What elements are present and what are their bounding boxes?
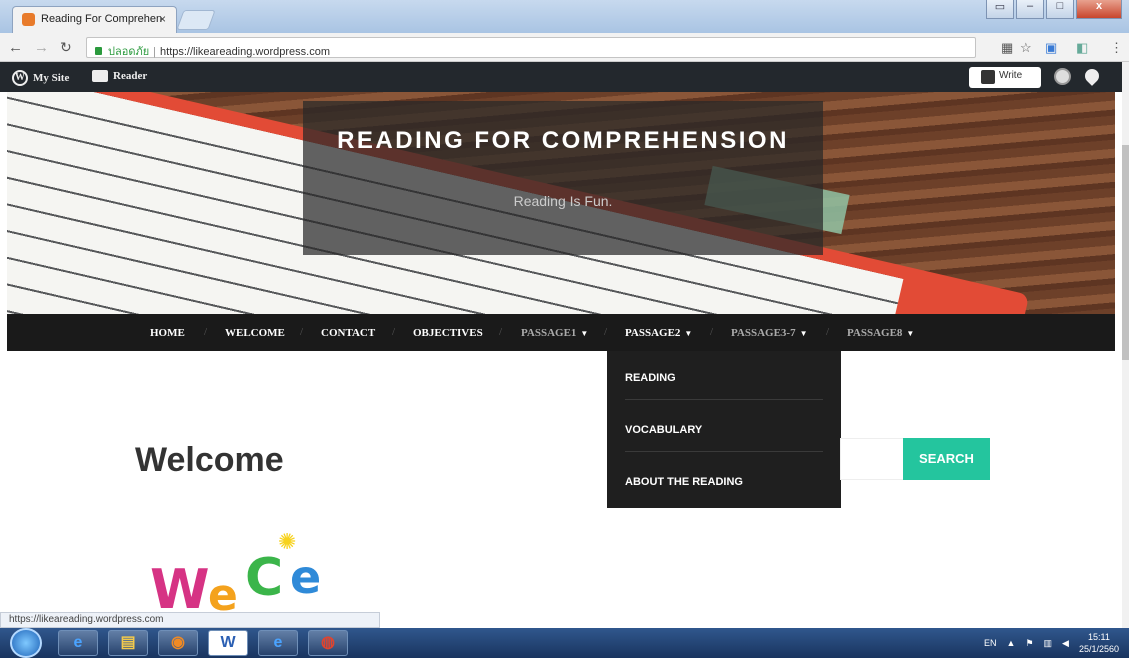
close-window-icon[interactable]: x xyxy=(1076,0,1122,19)
menu-item-passage8[interactable]: PASSAGE8 ▼ xyxy=(847,327,914,339)
forward-arrow-icon[interactable]: → xyxy=(34,39,49,56)
volume-icon[interactable]: ◀ xyxy=(1062,638,1069,649)
write-label: Write xyxy=(999,70,1023,81)
reader-label: Reader xyxy=(113,70,148,82)
chevron-down-icon: ▼ xyxy=(580,329,589,338)
reload-icon[interactable]: ↻ xyxy=(60,39,72,56)
scrollbar-thumb[interactable] xyxy=(1122,145,1129,360)
start-button[interactable] xyxy=(10,628,42,658)
tray-expand-icon[interactable]: ▲ xyxy=(1007,638,1016,648)
word-icon[interactable]: W xyxy=(208,630,248,656)
menu-item-passage2[interactable]: PASSAGE2 ▼ xyxy=(625,327,692,339)
extension-2-icon[interactable]: ◧ xyxy=(1076,40,1088,56)
bookmark-star-icon[interactable]: ☆ xyxy=(1020,40,1032,56)
menu-item-passage3-7[interactable]: PASSAGE3-7 ▼ xyxy=(731,327,808,339)
site-tagline: Reading Is Fun. xyxy=(513,193,613,209)
browser-titlebar: Reading For Comprehen × ▭ – □ x xyxy=(0,0,1129,33)
secure-label: ปลอดภัย xyxy=(108,46,150,58)
site-title[interactable]: READING FOR COMPREHENSION xyxy=(303,127,823,155)
my-site-label: My Site xyxy=(33,72,70,84)
write-button[interactable]: Write xyxy=(969,67,1041,88)
search-button[interactable]: SEARCH xyxy=(903,438,990,480)
pencil-icon xyxy=(981,70,995,84)
site-branding: READING FOR COMPREHENSION Reading Is Fun… xyxy=(303,101,823,255)
browser-menu-icon[interactable]: ⋮ xyxy=(1110,40,1123,56)
dropdown-item-reading[interactable]: READING xyxy=(625,372,823,400)
menu-item-home[interactable]: HOME xyxy=(150,327,185,339)
file-explorer-icon[interactable]: ▤ xyxy=(108,630,148,656)
menu-item-passage1[interactable]: PASSAGE1 ▼ xyxy=(521,327,588,339)
network-icon[interactable]: ▥ xyxy=(1044,638,1053,649)
extension-icon[interactable]: ▣ xyxy=(1045,40,1057,56)
window-controls: ▭ – □ x xyxy=(986,0,1122,20)
flag-icon[interactable]: ⚑ xyxy=(1025,638,1033,649)
lock-icon xyxy=(95,47,102,55)
system-tray: EN ▲ ⚑ ▥ ◀ 15:11 25/1/2560 xyxy=(984,631,1119,655)
notifications-icon[interactable] xyxy=(1082,66,1102,86)
maximize-window-icon[interactable]: □ xyxy=(1046,0,1074,19)
my-site-link[interactable]: W My Site xyxy=(12,70,69,86)
taskbar: e ▤ ◉ W e ◍ EN ▲ ⚑ ▥ ◀ 15:11 25/1/2560 xyxy=(0,628,1129,658)
media-player-icon[interactable]: ◉ xyxy=(158,630,198,656)
internet-explorer-2-icon[interactable]: e xyxy=(258,630,298,656)
minimize-window-icon[interactable]: – xyxy=(1016,0,1044,19)
menu-item-contact[interactable]: CONTACT xyxy=(321,327,375,339)
avatar[interactable] xyxy=(1054,68,1071,85)
passage2-dropdown: READING VOCABULARY ABOUT THE READING xyxy=(607,351,841,508)
tab-close-icon[interactable]: × xyxy=(159,12,166,26)
status-url: https://likeareading.wordpress.com xyxy=(0,612,380,628)
tab-title: Reading For Comprehen xyxy=(41,13,163,25)
page-title: Welcome xyxy=(135,441,284,479)
chrome-icon[interactable]: ◍ xyxy=(308,630,348,656)
address-bar-row: ← → ↻ ปลอดภัย | https://likeareading.wordp… xyxy=(0,33,1129,62)
new-tab-button[interactable] xyxy=(176,10,216,30)
url-input[interactable]: ปลอดภัย | https://likeareading.wordpress.c… xyxy=(86,37,976,58)
reader-link[interactable]: Reader xyxy=(92,70,147,82)
chevron-down-icon: ▼ xyxy=(906,329,915,338)
translate-icon[interactable]: ▦ xyxy=(1001,40,1013,56)
url-text: https://likeareading.wordpress.com xyxy=(160,46,330,58)
browser-tab[interactable]: Reading For Comprehen × xyxy=(12,6,177,33)
primary-menu: HOME / WELCOME / CONTACT / OBJECTIVES / … xyxy=(7,314,1115,351)
chevron-down-icon: ▼ xyxy=(684,329,693,338)
language-indicator[interactable]: EN xyxy=(984,638,997,648)
clock[interactable]: 15:11 25/1/2560 xyxy=(1079,631,1119,655)
internet-explorer-icon[interactable]: e xyxy=(58,630,98,656)
wordpress-logo-icon: W xyxy=(12,70,28,86)
reader-icon xyxy=(92,70,108,82)
chevron-down-icon: ▼ xyxy=(799,329,808,338)
menu-item-welcome[interactable]: WELCOME xyxy=(225,327,285,339)
restore-window-icon[interactable]: ▭ xyxy=(986,0,1014,19)
dropdown-item-about-the-reading[interactable]: ABOUT THE READING xyxy=(625,476,823,503)
favicon-icon xyxy=(22,13,35,26)
welcome-image: W e C e ✺ xyxy=(150,530,322,621)
dropdown-item-vocabulary[interactable]: VOCABULARY xyxy=(625,424,823,452)
menu-item-objectives[interactable]: OBJECTIVES xyxy=(413,327,483,339)
back-arrow-icon[interactable]: ← xyxy=(8,39,23,56)
wordpress-admin-bar: W My Site Reader Write xyxy=(0,62,1122,92)
